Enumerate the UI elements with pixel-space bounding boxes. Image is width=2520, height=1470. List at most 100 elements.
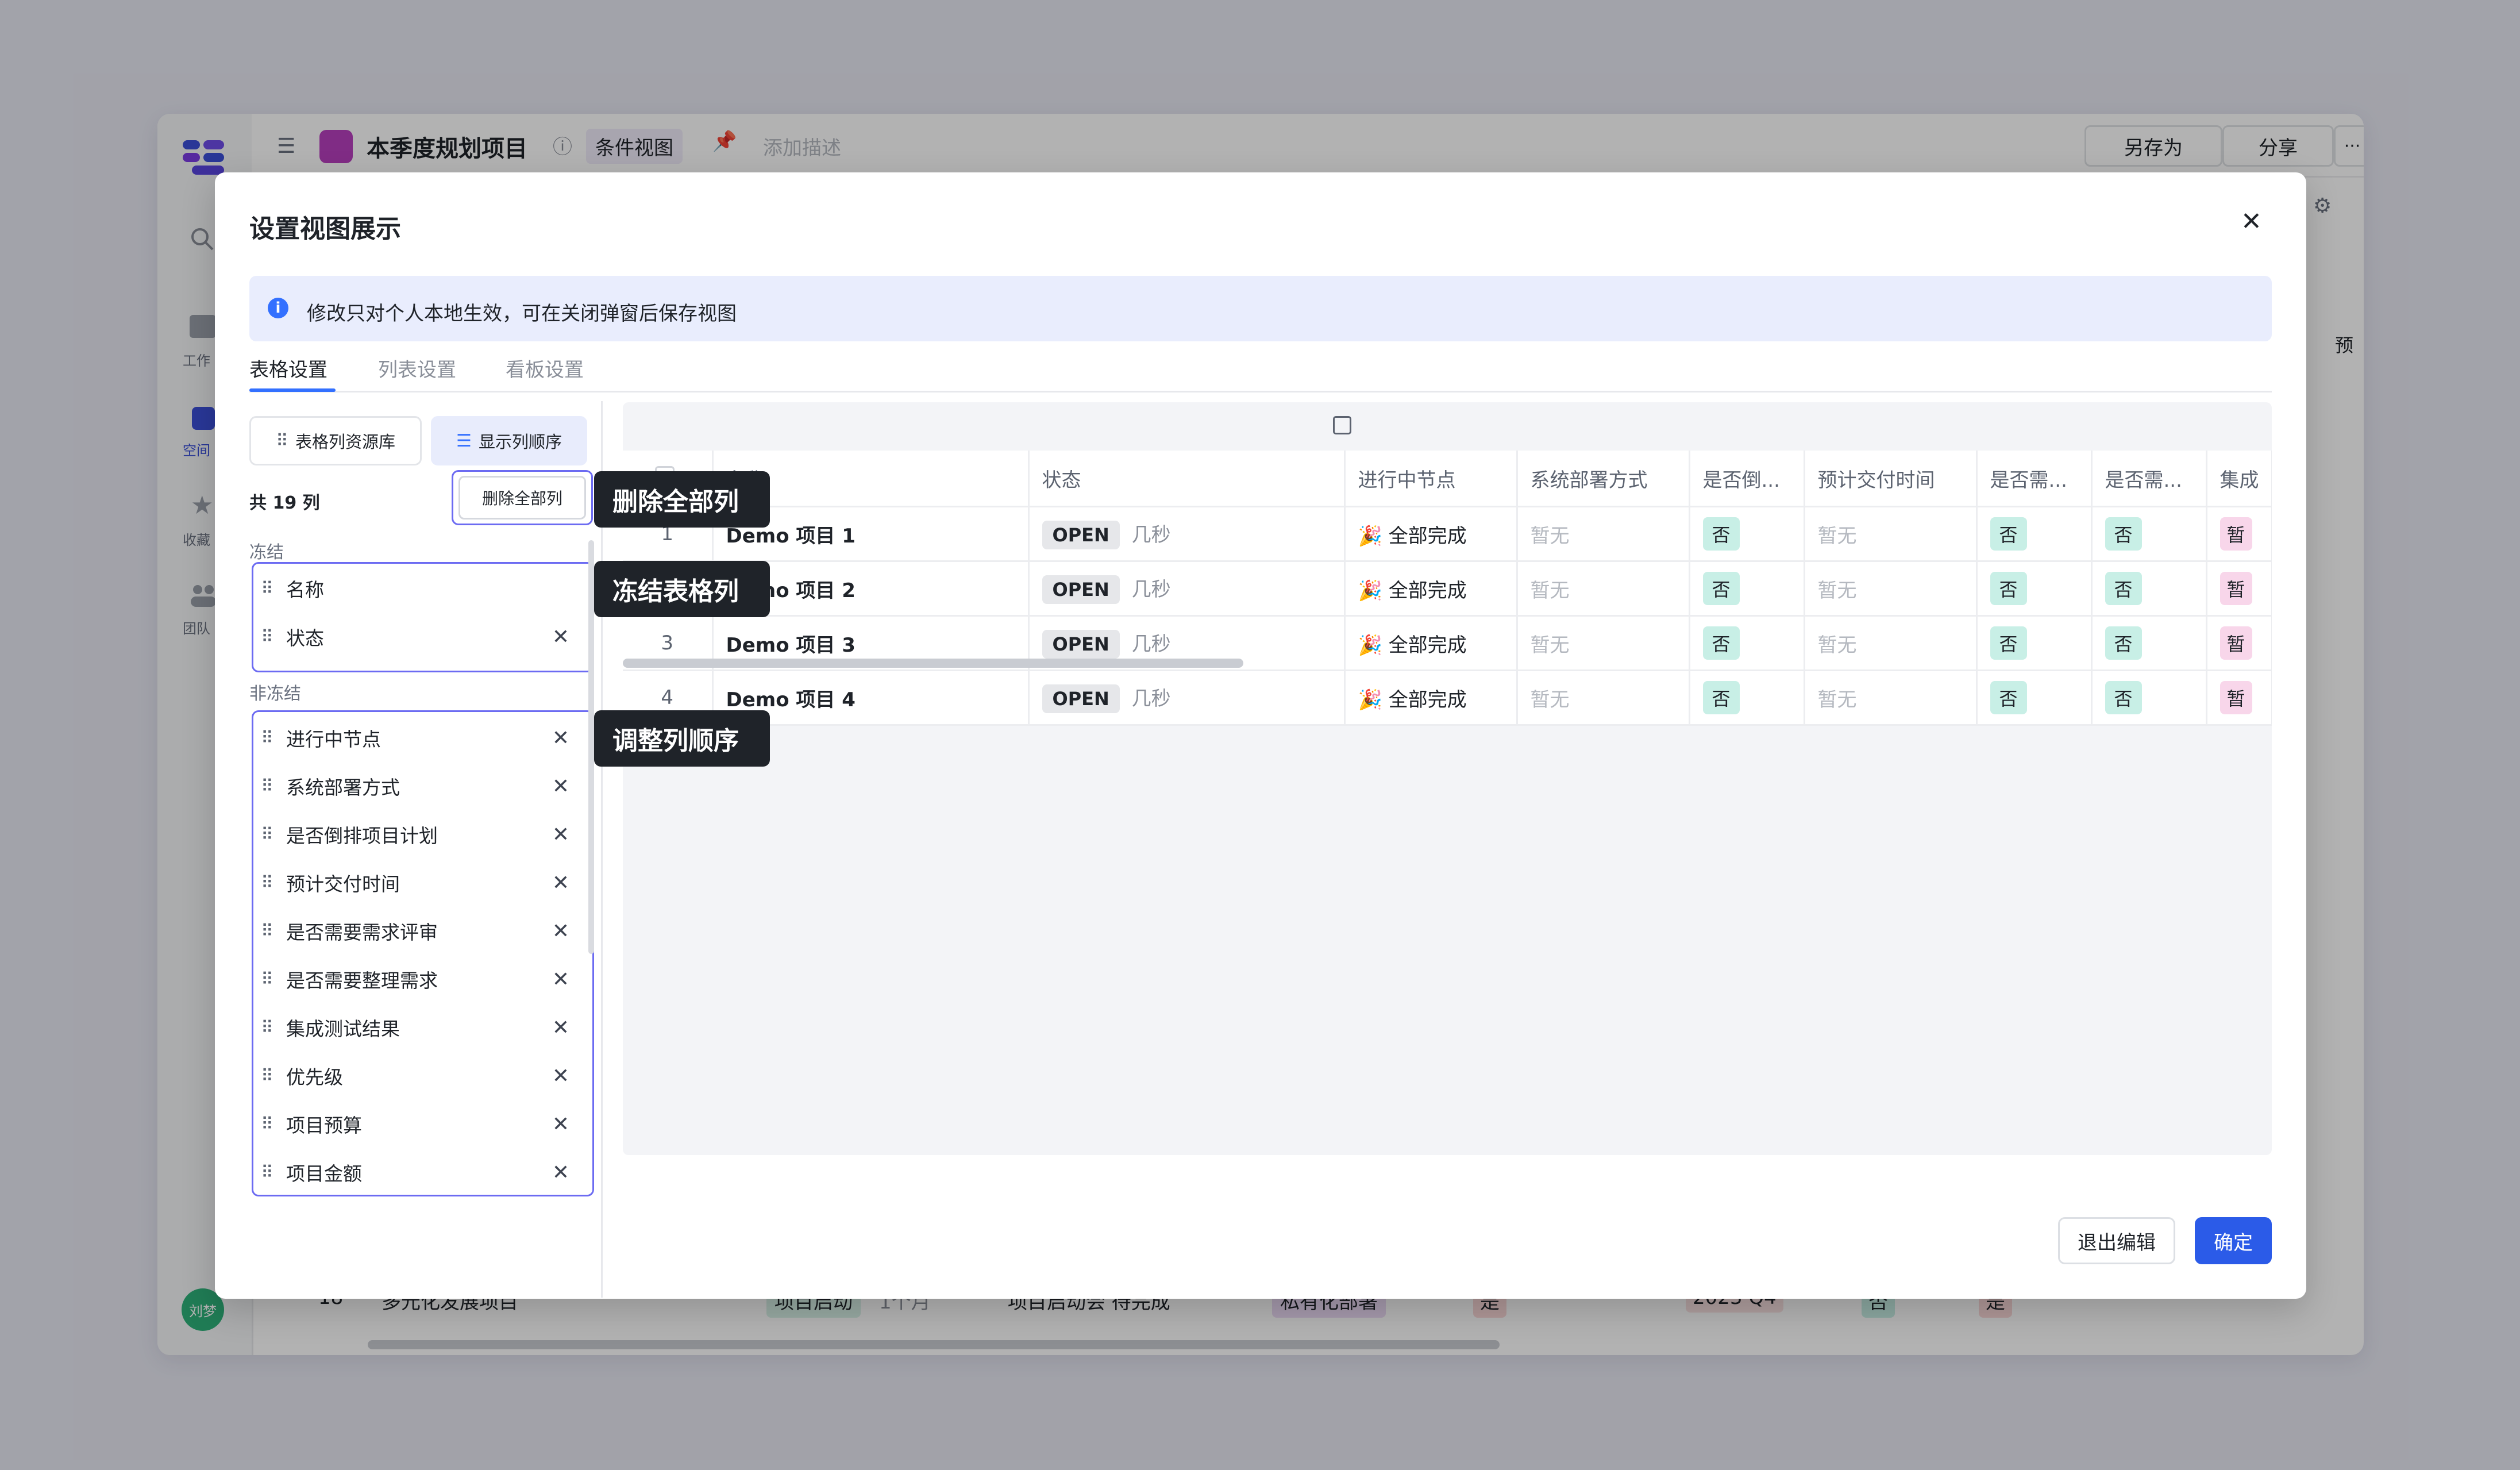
remove-column-icon[interactable]: ✕ [544, 968, 578, 991]
drag-handle-icon[interactable]: ⠿ [256, 776, 286, 796]
row-deploy-cell[interactable]: 暂无 [1517, 561, 1690, 617]
row-node-cell[interactable]: 🎉 全部完成 [1344, 561, 1518, 617]
row-organize-cell[interactable]: 否 [2091, 506, 2207, 562]
unfrozen-column-item[interactable]: ⠿ 项目金额 ✕ [256, 1148, 578, 1196]
row-deploy-cell[interactable]: 暂无 [1517, 506, 1690, 562]
integration-tag: 暂 [2220, 572, 2252, 605]
panel-divider [601, 401, 603, 1298]
row-organize-cell[interactable]: 否 [2091, 670, 2207, 726]
panel-toggle-icon[interactable] [1333, 416, 1351, 434]
delivery-empty: 暂无 [1817, 688, 1857, 711]
remove-column-icon[interactable]: ✕ [544, 919, 578, 943]
no-tag: 否 [1702, 517, 1740, 551]
row-review-cell[interactable]: 否 [1976, 615, 2093, 671]
preview-horizontal-scrollbar[interactable] [623, 659, 1243, 668]
header-node[interactable]: 进行中节点 [1344, 451, 1518, 507]
drag-handle-icon[interactable]: ⠿ [256, 873, 286, 893]
deploy-empty: 暂无 [1530, 633, 1570, 657]
left-panel-scrollbar[interactable] [588, 540, 594, 954]
tab-board-settings[interactable]: 看板设置 [506, 354, 584, 382]
row-reverse-cell[interactable]: 否 [1689, 506, 1805, 562]
unfrozen-column-item[interactable]: ⠿ 是否倒排项目计划 ✕ [256, 810, 578, 859]
status-badge: OPEN [1042, 575, 1120, 604]
remove-column-icon[interactable]: ✕ [544, 1161, 578, 1184]
tab-table-settings[interactable]: 表格设置 [249, 354, 327, 382]
row-node-cell[interactable]: 🎉 全部完成 [1344, 615, 1518, 671]
unfrozen-column-item[interactable]: ⠿ 预计交付时间 ✕ [256, 859, 578, 907]
column-count: 共 19 列 [249, 493, 320, 513]
header-delivery-time[interactable]: 预计交付时间 [1804, 451, 1978, 507]
row-name: Demo 项目 3 [726, 633, 856, 657]
row-integration-cell[interactable]: 暂 [2206, 506, 2272, 562]
remove-column-icon[interactable]: ✕ [544, 1113, 578, 1136]
confirm-button[interactable]: 确定 [2195, 1217, 2272, 1264]
preview-table-row[interactable]: 1 Demo 项目 1 OPEN 几秒 🎉 全部完成 暂无否暂无否否暂 [623, 506, 2272, 562]
drag-handle-icon[interactable]: ⠿ [256, 921, 286, 941]
remove-column-icon[interactable]: ✕ [544, 1064, 578, 1088]
row-delivery-cell[interactable]: 暂无 [1804, 615, 1978, 671]
exit-edit-button[interactable]: 退出编辑 [2058, 1217, 2175, 1264]
remove-column-icon[interactable]: ✕ [544, 1016, 578, 1040]
row-delivery-cell[interactable]: 暂无 [1804, 506, 1978, 562]
row-review-cell[interactable]: 否 [1976, 506, 2093, 562]
drag-handle-icon[interactable]: ⠿ [256, 1163, 286, 1183]
row-integration-cell[interactable]: 暂 [2206, 670, 2272, 726]
drag-handle-icon[interactable]: ⠿ [256, 1114, 286, 1134]
no-tag: 否 [1990, 517, 2027, 551]
unfrozen-column-item[interactable]: ⠿ 是否需要整理需求 ✕ [256, 955, 578, 1003]
unfrozen-column-item[interactable]: ⠿ 是否需要需求评审 ✕ [256, 907, 578, 955]
row-integration-cell[interactable]: 暂 [2206, 561, 2272, 617]
preview-table-row[interactable]: 4 Demo 项目 4 OPEN 几秒 🎉 全部完成 暂无否暂无否否暂 [623, 670, 2272, 726]
row-deploy-cell[interactable]: 暂无 [1517, 615, 1690, 671]
row-node-cell[interactable]: 🎉 全部完成 [1344, 670, 1518, 726]
drag-handle-icon[interactable]: ⠿ [256, 825, 286, 845]
row-delivery-cell[interactable]: 暂无 [1804, 670, 1978, 726]
drag-handle-icon[interactable]: ⠿ [256, 728, 286, 748]
row-status-cell[interactable]: OPEN 几秒 [1028, 561, 1346, 617]
remove-column-icon[interactable]: ✕ [544, 775, 578, 798]
tab-list-settings[interactable]: 列表设置 [378, 354, 456, 382]
preview-table-row[interactable]: 2Demo 项目 2OPEN 几秒🎉 全部完成暂无否暂无否否暂 [623, 561, 2272, 617]
unfrozen-column-item[interactable]: ⠿ 项目预算 ✕ [256, 1100, 578, 1148]
header-reverse-plan[interactable]: 是否倒... [1689, 451, 1805, 507]
unfrozen-column-item[interactable]: ⠿ 集成测试结果 ✕ [256, 1003, 578, 1052]
close-icon[interactable]: ✕ [2241, 207, 2262, 236]
column-library-button[interactable]: ⠿ 表格列资源库 [249, 416, 422, 465]
remove-column-icon[interactable]: ✕ [544, 625, 578, 649]
delete-all-button[interactable]: 删除全部列 [458, 476, 586, 519]
row-reverse-cell[interactable]: 否 [1689, 670, 1805, 726]
header-deploy[interactable]: 系统部署方式 [1517, 451, 1690, 507]
row-deploy-cell[interactable]: 暂无 [1517, 670, 1690, 726]
remove-column-icon[interactable]: ✕ [544, 726, 578, 750]
row-name: Demo 项目 4 [726, 688, 856, 711]
column-order-button[interactable]: ☰ 显示列顺序 [431, 416, 587, 465]
table-preview: 名称 状态 进行中节点 系统部署方式 是否倒... 预计交付时间 是否需... … [623, 402, 2272, 1155]
row-organize-cell[interactable]: 否 [2091, 615, 2207, 671]
unfrozen-column-item[interactable]: ⠿ 系统部署方式 ✕ [256, 762, 578, 810]
remove-column-icon[interactable]: ✕ [544, 823, 578, 846]
header-status[interactable]: 状态 [1028, 451, 1346, 507]
remove-column-icon[interactable]: ✕ [544, 871, 578, 895]
row-delivery-cell[interactable]: 暂无 [1804, 561, 1978, 617]
header-review[interactable]: 是否需... [1976, 451, 2093, 507]
drag-handle-icon[interactable]: ⠿ [256, 579, 286, 599]
header-integration[interactable]: 集成 [2206, 451, 2272, 507]
drag-handle-icon[interactable]: ⠿ [256, 1066, 286, 1086]
unfrozen-column-item[interactable]: ⠿ 优先级 ✕ [256, 1052, 578, 1100]
frozen-column-item[interactable]: ⠿ 状态 ✕ [256, 613, 578, 661]
row-reverse-cell[interactable]: 否 [1689, 561, 1805, 617]
row-node-cell[interactable]: 🎉 全部完成 [1344, 506, 1518, 562]
frozen-column-item[interactable]: ⠿ 名称 [256, 564, 578, 613]
row-review-cell[interactable]: 否 [1976, 670, 2093, 726]
drag-handle-icon[interactable]: ⠿ [256, 969, 286, 990]
row-integration-cell[interactable]: 暂 [2206, 615, 2272, 671]
unfrozen-column-item[interactable]: ⠿ 进行中节点 ✕ [256, 714, 578, 762]
row-reverse-cell[interactable]: 否 [1689, 615, 1805, 671]
row-review-cell[interactable]: 否 [1976, 561, 2093, 617]
drag-handle-icon[interactable]: ⠿ [256, 1018, 286, 1038]
header-organize[interactable]: 是否需... [2091, 451, 2207, 507]
drag-handle-icon[interactable]: ⠿ [256, 627, 286, 647]
row-status-cell[interactable]: OPEN 几秒 [1028, 506, 1346, 562]
row-organize-cell[interactable]: 否 [2091, 561, 2207, 617]
row-status-cell[interactable]: OPEN 几秒 [1028, 670, 1346, 726]
